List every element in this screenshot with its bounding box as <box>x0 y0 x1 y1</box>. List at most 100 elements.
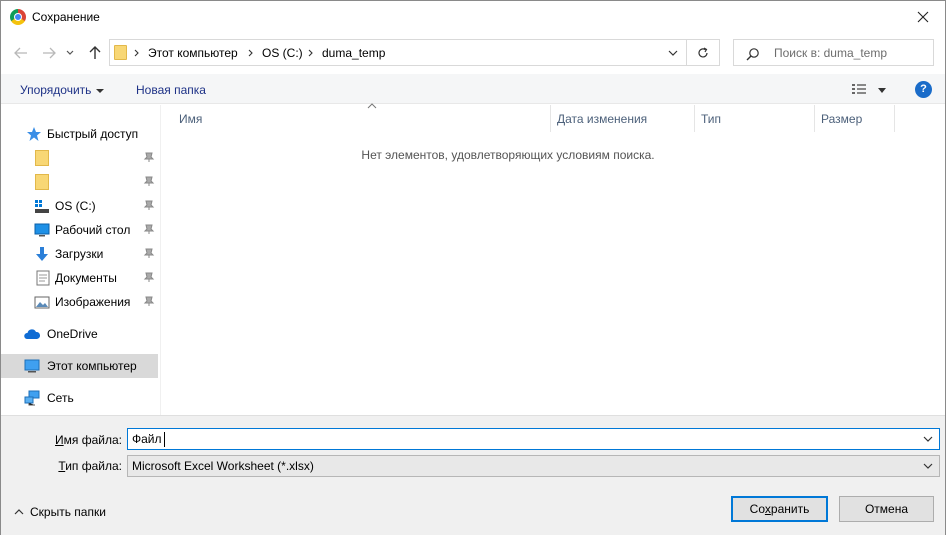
column-header-size[interactable]: Размер <box>813 105 895 132</box>
filename-value: Файл <box>132 432 162 446</box>
nav-label: Рабочий стол <box>55 223 131 237</box>
search-box[interactable]: Поиск в: duma_temp <box>733 39 934 66</box>
downloads-icon <box>36 247 48 261</box>
nav-desktop[interactable]: Рабочий стол <box>1 218 158 242</box>
hide-folders-label: Скрыть папки <box>30 505 106 519</box>
network-icon <box>24 390 40 406</box>
pictures-icon <box>34 296 50 309</box>
column-label: Дата изменения <box>557 112 648 126</box>
pin-icon[interactable] <box>143 199 155 211</box>
navigation-pane: Быстрый доступ OS (C:) Рабочий стол Загр… <box>1 105 161 415</box>
help-button[interactable]: ? <box>915 81 932 98</box>
nav-quick-access[interactable]: Быстрый доступ <box>1 122 158 146</box>
chevron-right-icon <box>248 49 253 57</box>
text-caret <box>164 432 165 447</box>
filename-label-rest: мя файла: <box>63 433 122 447</box>
refresh-button[interactable] <box>687 39 720 66</box>
caret-down-icon <box>96 88 105 93</box>
sort-ascending-icon <box>367 103 377 109</box>
title-bar: Сохранение <box>1 1 945 33</box>
pin-icon[interactable] <box>143 223 155 235</box>
new-folder-button[interactable]: Новая папка <box>136 83 206 97</box>
filetype-select[interactable]: Microsoft Excel Worksheet (*.xlsx) <box>127 455 940 477</box>
hide-folders-button[interactable]: Скрыть папки <box>14 505 106 519</box>
filetype-value: Microsoft Excel Worksheet (*.xlsx) <box>132 459 314 473</box>
desktop-icon <box>34 223 50 237</box>
nav-downloads[interactable]: Загрузки <box>1 242 158 266</box>
save-label-post: ранить <box>770 502 810 516</box>
save-form: Имя файла: Файл Тип файла: Microsoft Exc… <box>1 415 945 535</box>
nav-pinned-folder-2[interactable] <box>1 170 158 194</box>
file-list[interactable]: Имя Дата изменения Тип Размер Нет элемен… <box>161 103 945 415</box>
chevron-up-icon <box>14 509 24 515</box>
breadcrumb-folder[interactable]: duma_temp <box>322 46 385 60</box>
organize-button[interactable]: Упорядочить <box>20 83 105 97</box>
chevron-down-icon[interactable] <box>923 435 933 443</box>
save-label-pre: Со <box>749 502 765 516</box>
nav-label: Быстрый доступ <box>47 127 139 141</box>
save-button[interactable]: Сохранить <box>731 496 828 522</box>
chevron-right-icon <box>134 49 139 57</box>
pin-icon[interactable] <box>143 247 155 259</box>
chevron-right-icon <box>308 49 313 57</box>
address-bar[interactable]: Этот компьютер OS (C:) duma_temp <box>109 39 687 66</box>
window-title: Сохранение <box>32 10 100 24</box>
nav-drive-c[interactable]: OS (C:) <box>1 194 158 218</box>
forward-button[interactable] <box>40 44 58 62</box>
organize-label: Упорядочить <box>20 83 92 97</box>
filename-label-accel: И <box>55 433 64 447</box>
chevron-down-icon <box>923 463 933 469</box>
nav-label: Документы <box>55 271 117 285</box>
breadcrumb-this-pc[interactable]: Этот компьютер <box>148 46 238 60</box>
nav-label: OneDrive <box>47 327 98 341</box>
star-icon <box>27 127 41 141</box>
nav-documents[interactable]: Документы <box>1 266 158 290</box>
navigation-bar: Этот компьютер OS (C:) duma_temp Поиск в… <box>1 33 945 71</box>
arrow-left-icon <box>14 47 27 59</box>
breadcrumb-drive[interactable]: OS (C:) <box>262 46 303 60</box>
filetype-label: Тип файла: <box>1 459 122 473</box>
nav-onedrive[interactable]: OneDrive <box>1 322 158 346</box>
column-label: Имя <box>179 112 203 126</box>
computer-icon <box>24 359 40 373</box>
filetype-label-rest: ип файла: <box>65 459 122 473</box>
onedrive-icon <box>24 329 40 339</box>
chevron-down-icon <box>66 50 74 55</box>
pin-icon[interactable] <box>143 151 155 163</box>
pin-icon[interactable] <box>143 295 155 307</box>
search-input[interactable]: Поиск в: duma_temp <box>774 46 887 60</box>
documents-icon <box>36 270 50 286</box>
filename-field[interactable]: Файл <box>127 428 940 450</box>
chevron-down-icon[interactable] <box>668 48 678 58</box>
view-options-button[interactable] <box>852 82 892 98</box>
refresh-icon <box>698 46 708 57</box>
chrome-icon <box>10 9 26 25</box>
close-button[interactable] <box>901 1 945 33</box>
column-header-date[interactable]: Дата изменения <box>549 105 695 132</box>
pin-icon[interactable] <box>143 271 155 283</box>
save-dialog: Сохранение Этот компьютер OS (C:) duma_t… <box>0 0 946 535</box>
nav-label: Изображения <box>55 295 131 309</box>
back-button[interactable] <box>12 44 30 62</box>
caret-down-icon <box>878 88 886 93</box>
arrow-right-icon <box>43 47 56 59</box>
column-header-name[interactable]: Имя <box>171 103 551 132</box>
nav-label: Этот компьютер <box>47 359 137 373</box>
nav-label: Загрузки <box>55 247 104 261</box>
nav-label: OS (C:) <box>55 199 96 213</box>
details-view-icon <box>852 84 866 94</box>
nav-pinned-folder-1[interactable] <box>1 146 158 170</box>
search-icon <box>746 48 759 61</box>
folder-icon <box>114 45 127 60</box>
column-label: Тип <box>701 112 722 126</box>
nav-pictures[interactable]: Изображения <box>1 290 158 314</box>
toolbar: Упорядочить Новая папка ? <box>1 74 945 104</box>
nav-network[interactable]: Сеть <box>1 386 158 410</box>
filename-label: Имя файла: <box>1 433 122 447</box>
cancel-button[interactable]: Отмена <box>839 496 934 522</box>
up-button[interactable] <box>86 44 104 62</box>
nav-this-pc[interactable]: Этот компьютер <box>1 354 158 378</box>
recent-locations-button[interactable] <box>64 44 76 62</box>
pin-icon[interactable] <box>143 175 155 187</box>
column-header-type[interactable]: Тип <box>693 105 815 132</box>
